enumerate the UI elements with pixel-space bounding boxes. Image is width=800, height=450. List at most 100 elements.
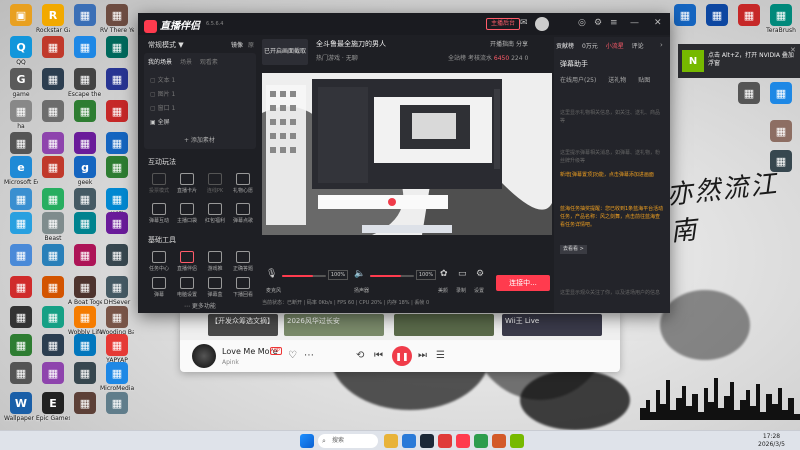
desktop-icon[interactable]: ▦ bbox=[764, 120, 798, 143]
tool-pc-settings[interactable]: 电脑设置 bbox=[174, 277, 200, 298]
settings-icon[interactable]: ⚙ bbox=[476, 269, 484, 279]
next-icon[interactable]: ⏭ bbox=[418, 350, 427, 361]
taskbar-app-nvidia[interactable] bbox=[510, 434, 524, 448]
tab-meteor[interactable]: 小流星 bbox=[606, 43, 624, 50]
scene-item-text[interactable]: ▢ 文本 1 bbox=[150, 75, 175, 84]
desktop-icon[interactable]: ▦ bbox=[4, 276, 38, 299]
gear-icon[interactable]: ⚙ bbox=[594, 18, 602, 28]
speaker-volume-slider[interactable] bbox=[370, 275, 414, 277]
taskbar-app-chat[interactable] bbox=[474, 434, 488, 448]
mode-selector[interactable]: 常规模式 ▼ bbox=[148, 40, 184, 50]
mic-volume-slider[interactable] bbox=[282, 275, 326, 277]
taskbar-app-other[interactable] bbox=[492, 434, 506, 448]
go-live-button[interactable]: 连接中... bbox=[496, 275, 550, 291]
desktop-icon-micromedia[interactable]: ▦ MicroMedia bbox=[100, 362, 134, 392]
desktop-icon[interactable]: ▦ bbox=[68, 4, 102, 27]
headset-icon[interactable]: ◎ bbox=[578, 18, 586, 28]
tab-watch[interactable]: 观看素 bbox=[200, 59, 218, 66]
album-art[interactable] bbox=[192, 344, 216, 368]
desktop-icon[interactable]: ▦ bbox=[100, 156, 134, 179]
stream-preview[interactable] bbox=[262, 73, 552, 235]
desktop-icon[interactable]: ▦ bbox=[68, 132, 102, 155]
tab-original[interactable]: 原 bbox=[248, 42, 254, 49]
desktop-icon[interactable]: ▦ bbox=[68, 244, 102, 267]
tool-task-center[interactable]: 任务中心 bbox=[146, 251, 172, 272]
desktop-icon-epic[interactable]: E Epic Games Launcher bbox=[36, 392, 70, 422]
desktop-icon[interactable]: ▦ bbox=[36, 306, 70, 329]
desktop-icon[interactable]: ▦ bbox=[732, 4, 766, 27]
tab-mirror[interactable]: 镜像 bbox=[231, 42, 243, 49]
desktop-icon[interactable]: ▦ bbox=[36, 132, 70, 155]
desktop-icon[interactable]: ▦ bbox=[36, 362, 70, 385]
desktop-icon-escape-backrooms[interactable]: ▦ Escape the Backrooms bbox=[68, 68, 102, 98]
desktop-icon[interactable]: ▦ bbox=[36, 36, 70, 59]
exp-stat[interactable]: 考核流水 bbox=[468, 55, 492, 62]
desktop-icon[interactable]: ▦ bbox=[100, 36, 134, 59]
more-icon[interactable]: ⋯ bbox=[304, 350, 314, 361]
tool-pocket[interactable]: 主播口袋 bbox=[174, 203, 200, 224]
taskbar-app-files[interactable] bbox=[384, 434, 398, 448]
recommend-card[interactable] bbox=[394, 314, 494, 336]
more-features-button[interactable]: ⋯ 更多功能 bbox=[184, 301, 216, 310]
previous-icon[interactable]: ⏮ bbox=[374, 350, 383, 361]
desktop-icon-wooding[interactable]: ▦Wooding Backgrou... bbox=[100, 306, 134, 336]
tool-danmu[interactable]: 弹幕 bbox=[146, 277, 172, 298]
desktop-icon[interactable]: ▦ bbox=[4, 244, 38, 267]
like-icon[interactable]: ♡ bbox=[288, 350, 297, 361]
speaker-volume-value[interactable]: 100% bbox=[416, 270, 436, 280]
stream-title[interactable]: 全斗鲁最全施刀的男人 bbox=[316, 39, 386, 49]
desktop-icon[interactable]: ▦ bbox=[4, 188, 38, 211]
tool-answer[interactable]: 正确答题 bbox=[230, 251, 256, 272]
desktop-icon[interactable]: ▦ bbox=[36, 188, 70, 211]
fans-rank[interactable]: 全站榜 bbox=[448, 55, 466, 62]
speaker-icon[interactable]: 🔈 bbox=[354, 269, 365, 279]
desktop-icon-qq[interactable]: Q QQ bbox=[4, 36, 38, 66]
desktop-icon[interactable]: ▦ bbox=[68, 334, 102, 357]
start-button[interactable] bbox=[300, 434, 314, 448]
record-icon[interactable]: ▭ bbox=[458, 269, 467, 279]
taskbar-search[interactable]: ⌕ 搜索 bbox=[318, 434, 378, 448]
desktop-icon[interactable]: ▦ Beast bbox=[36, 212, 70, 242]
desktop-icon[interactable]: ▦ bbox=[100, 244, 134, 267]
desktop-icon-rv-there-yet[interactable]: ▦ RV There Yet? bbox=[100, 4, 134, 34]
close-icon[interactable]: ✕ bbox=[654, 18, 662, 28]
desktop-icon[interactable]: ▦ bbox=[68, 392, 102, 415]
desktop-icon[interactable]: ▦ bbox=[100, 132, 134, 155]
desktop-icon[interactable]: ▦ bbox=[100, 212, 134, 235]
tab-contribution[interactable]: 贡献榜 bbox=[556, 43, 574, 50]
recommend-card[interactable]: Wii王 Live bbox=[502, 314, 602, 336]
desktop-icon-dhsever[interactable]: ▦ DHSever bbox=[100, 276, 134, 306]
scene-item-window[interactable]: ▢ 窗口 1 bbox=[150, 103, 175, 112]
add-source-button[interactable]: + 添加素材 bbox=[184, 135, 215, 144]
desktop-icon[interactable]: ▦ bbox=[4, 212, 38, 235]
tool-song-request[interactable]: 弹幕点歌 bbox=[230, 203, 256, 224]
taskbar-app-music[interactable] bbox=[438, 434, 452, 448]
go-see-button[interactable]: 去看看 > bbox=[560, 245, 587, 254]
tool-gift-wish[interactable]: 礼物心愿 bbox=[230, 173, 256, 194]
tab-scenes[interactable]: 场景 bbox=[180, 59, 192, 66]
recommend-card[interactable]: 【开发众筹选文摘】 bbox=[208, 314, 278, 336]
desktop-icon[interactable]: ▦ bbox=[732, 82, 766, 105]
desktop-icon[interactable]: ▦ bbox=[4, 306, 38, 329]
tab-stickers[interactable]: 贴图 bbox=[638, 77, 650, 84]
desktop-icon[interactable]: ▦ bbox=[4, 334, 38, 357]
desktop-icon[interactable]: ▦ Wobbly Life bbox=[68, 306, 102, 336]
minimize-icon[interactable]: — bbox=[630, 18, 639, 28]
app-titlebar[interactable]: 直播伴侣 6.5.6.4 主播后台 ✉ ◎ ⚙ ≡ — ✕ bbox=[138, 13, 670, 35]
share-link[interactable]: 分享 bbox=[516, 41, 528, 48]
loop-icon[interactable]: ⟲ bbox=[356, 350, 364, 361]
nvidia-overlay-notification[interactable]: N 点击 Alt+Z，打开 NVIDIA 叠加浮窗 ✕ bbox=[678, 44, 800, 78]
taskbar-app-live[interactable] bbox=[456, 434, 470, 448]
desktop-icon[interactable]: ▦ bbox=[764, 82, 798, 105]
beauty-icon[interactable]: ✿ bbox=[440, 269, 448, 279]
taskbar-app-steam[interactable] bbox=[420, 434, 434, 448]
desktop-icon[interactable]: ▦ bbox=[68, 212, 102, 235]
desktop-icon-edge[interactable]: e Microsoft Edge bbox=[4, 156, 38, 186]
tab-online-users[interactable]: 在线用户(25) bbox=[560, 77, 596, 84]
tool-vote[interactable]: 投票模式 bbox=[146, 173, 172, 194]
recommend-card[interactable]: 2026风华过长安 bbox=[284, 314, 384, 336]
desktop-icon[interactable]: ▦ bbox=[68, 36, 102, 59]
desktop-icon-geek[interactable]: g geek bbox=[68, 156, 102, 186]
scene-item-fullscreen[interactable]: ▣ 全屏 bbox=[150, 117, 170, 126]
desktop-icon[interactable]: ▦ bbox=[100, 68, 134, 91]
